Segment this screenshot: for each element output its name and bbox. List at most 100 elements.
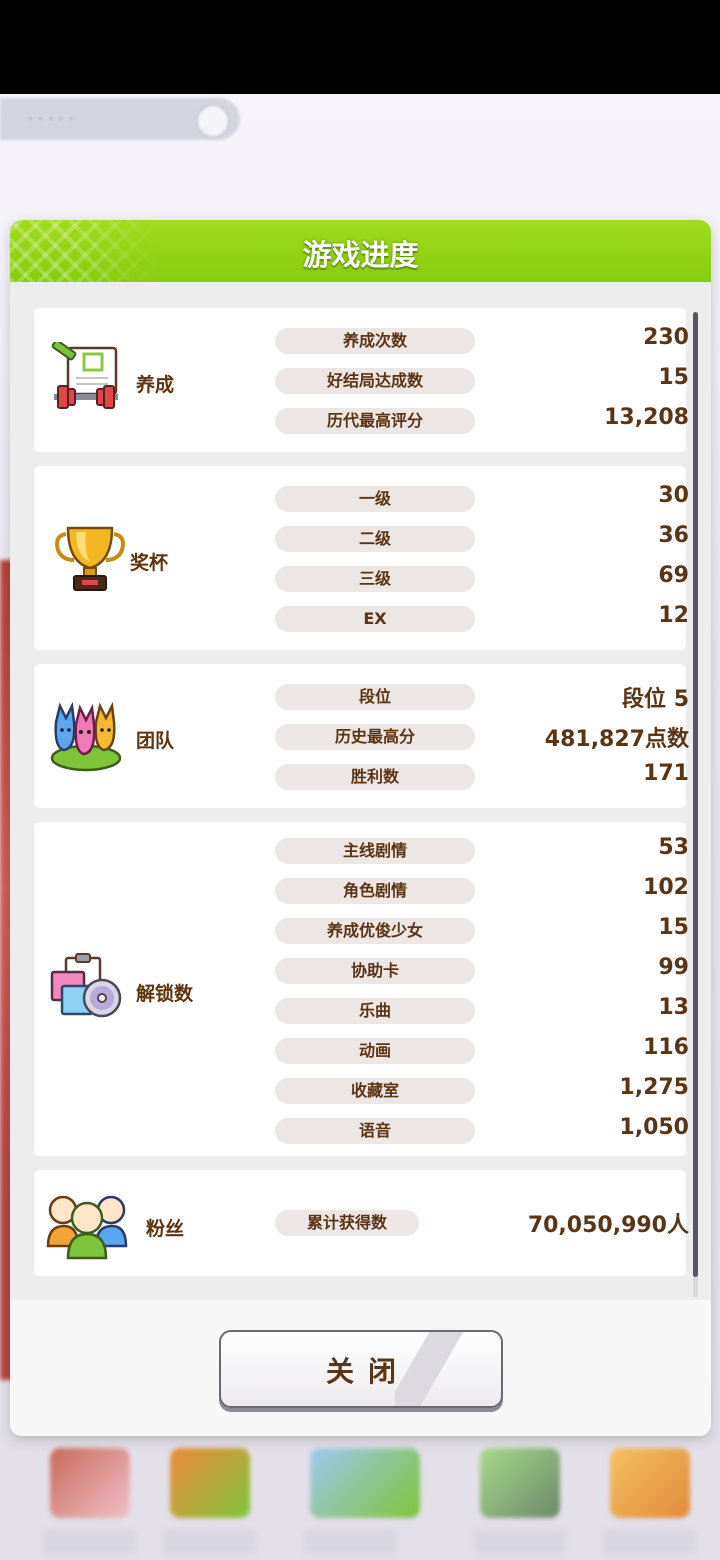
stat-label: 三级 (275, 566, 475, 592)
stat-row: EX 12 (275, 603, 689, 632)
stat-value: 70,050,990人 (527, 1213, 689, 1238)
stat-value: 15 (658, 915, 689, 940)
nav-item-1-caption (44, 1530, 136, 1554)
section-label-unlocks: 解锁数 (136, 983, 194, 1005)
stat-value: 171 (643, 761, 689, 786)
stat-label: 收藏室 (275, 1078, 475, 1104)
nav-item-3-caption (304, 1530, 396, 1554)
background-header-pill: · · · · · (0, 98, 240, 140)
stat-row: 段位 段位 5 (275, 684, 689, 712)
stat-label: 角色剧情 (275, 878, 475, 904)
scrollbar-thumb[interactable] (693, 312, 698, 1277)
stat-value: 段位 5 (622, 687, 689, 712)
nav-item-3[interactable] (290, 1448, 440, 1554)
stat-label: EX (275, 606, 475, 632)
section-label-fans: 粉丝 (146, 1218, 185, 1240)
stat-value: 12 (658, 603, 689, 628)
stat-row: 乐曲 13 (275, 995, 689, 1024)
section-fans: 粉丝 累计获得数 70,050,990人 (34, 1170, 689, 1276)
stat-label: 历史最高分 (275, 724, 475, 750)
stat-value: 13,208 (604, 405, 689, 430)
stat-value: 30 (658, 483, 689, 508)
section-label-trophy: 奖杯 (130, 552, 169, 574)
close-button-label: 关闭 (325, 1355, 410, 1388)
stat-row: 主线剧情 53 (275, 835, 689, 864)
stat-row: 历史最高分 481,827点数 (275, 724, 689, 752)
close-button[interactable]: 关闭 (219, 1330, 503, 1408)
stat-label: 养成次数 (275, 328, 475, 354)
nav-item-3-icon (310, 1448, 420, 1518)
section-label-team: 团队 (136, 730, 175, 752)
scrollbar[interactable] (693, 312, 698, 1297)
nav-item-2-icon (170, 1448, 250, 1518)
status-bar (0, 0, 720, 94)
stat-value: 15 (658, 365, 689, 390)
stat-value: 53 (658, 835, 689, 860)
stat-row: 动画 116 (275, 1035, 689, 1064)
trophy-icon (55, 526, 125, 591)
nav-item-2-caption (164, 1530, 256, 1554)
stat-label: 一级 (275, 486, 475, 512)
stat-label: 历代最高评分 (275, 408, 475, 434)
stat-value: 99 (658, 955, 689, 980)
nav-item-2[interactable] (150, 1448, 270, 1554)
section-label-training: 养成 (136, 374, 175, 396)
stat-label: 二级 (275, 526, 475, 552)
stat-value: 36 (658, 523, 689, 548)
dialog-title: 游戏进度 (302, 238, 419, 272)
stat-row: 角色剧情 102 (275, 875, 689, 904)
stat-row: 三级 69 (275, 563, 689, 592)
section-unlocks: 解锁数 主线剧情 53 角色剧情 102 养成优俊少女 15 协助卡 99 乐曲… (34, 822, 689, 1156)
stat-value: 13 (658, 995, 689, 1020)
stat-label: 协助卡 (275, 958, 475, 984)
stat-row: 协助卡 99 (275, 955, 689, 984)
game-progress-dialog: 游戏进度 养成 养成次数 230 好结局达成数 15 历代最高评分 13,208… (10, 220, 711, 1436)
bottom-nav (0, 1440, 720, 1560)
stat-label: 胜利数 (275, 764, 475, 790)
dialog-body[interactable]: 养成 养成次数 230 好结局达成数 15 历代最高评分 13,208 奖杯 一… (10, 282, 711, 1382)
nav-item-5[interactable] (590, 1448, 710, 1554)
stat-label: 养成优俊少女 (275, 918, 475, 944)
stat-row: 好结局达成数 15 (275, 365, 689, 394)
fans-icon (46, 1195, 128, 1260)
nav-item-5-caption (604, 1530, 696, 1554)
stat-label: 累计获得数 (275, 1210, 419, 1236)
section-training: 养成 养成次数 230 好结局达成数 15 历代最高评分 13,208 (34, 308, 689, 452)
dialog-header: 游戏进度 (10, 220, 711, 282)
unlock-icon (50, 953, 122, 1018)
stat-value: 69 (658, 563, 689, 588)
nav-item-4-caption (474, 1530, 566, 1554)
stat-label: 段位 (275, 684, 475, 710)
dialog-footer: 关闭 (10, 1300, 711, 1436)
stat-value: 102 (643, 875, 689, 900)
stat-value: 1,275 (619, 1075, 689, 1100)
blurred-header-icon (196, 104, 230, 138)
nav-item-1-icon (50, 1448, 130, 1518)
stat-row: 二级 36 (275, 523, 689, 552)
stat-label: 主线剧情 (275, 838, 475, 864)
stat-value: 1,050 (619, 1115, 689, 1140)
nav-item-1[interactable] (30, 1448, 150, 1554)
nav-item-4-icon (480, 1448, 560, 1518)
section-team: 团队 段位 段位 5 历史最高分 481,827点数 胜利数 171 (34, 664, 689, 808)
stat-row: 养成次数 230 (275, 325, 689, 354)
stat-label: 动画 (275, 1038, 475, 1064)
stat-row: 累计获得数 70,050,990人 (275, 1210, 689, 1238)
stat-label: 语音 (275, 1118, 475, 1144)
stat-value: 116 (643, 1035, 689, 1060)
stat-row: 收藏室 1,275 (275, 1075, 689, 1104)
stat-value: 230 (643, 325, 689, 350)
training-icon (51, 342, 118, 409)
stat-row: 语音 1,050 (275, 1115, 689, 1144)
stat-row: 历代最高评分 13,208 (275, 405, 689, 434)
nav-item-4[interactable] (460, 1448, 580, 1554)
team-icon (50, 701, 122, 772)
stat-value: 481,827点数 (544, 727, 689, 752)
stat-row: 一级 30 (275, 483, 689, 512)
nav-item-5-icon (610, 1448, 690, 1518)
blurred-header-text: · · · · · (28, 109, 74, 128)
stat-label: 乐曲 (275, 998, 475, 1024)
stat-row: 养成优俊少女 15 (275, 915, 689, 944)
section-trophy: 奖杯 一级 30 二级 36 三级 69 EX 12 (34, 466, 689, 650)
stat-label: 好结局达成数 (275, 368, 475, 394)
